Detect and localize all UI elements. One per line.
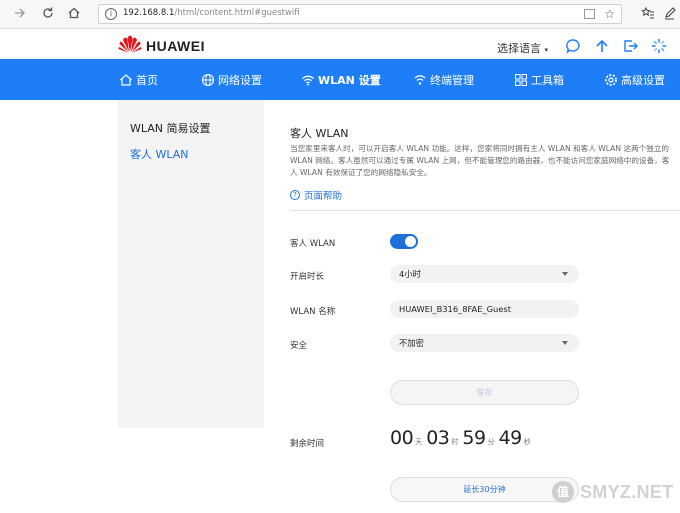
ssid-value: HUAWEI_B316_8FAE_Guest (399, 304, 511, 314)
pen-icon[interactable] (662, 6, 678, 22)
countdown-hours: 03 (426, 427, 450, 449)
nav-item-label: WLAN 设置 (318, 73, 381, 87)
hours-unit: 时 (451, 438, 459, 446)
home-icon (120, 73, 132, 86)
address-bar[interactable]: i 192.168.8.1/html/content.html#guestwif… (98, 4, 622, 24)
seconds-unit: 秒 (523, 438, 531, 446)
page-title: 客人 WLAN (290, 127, 349, 140)
minutes-unit: 分 (487, 438, 495, 446)
nav-item-label: 网络设置 (218, 73, 262, 87)
logout-icon[interactable] (622, 38, 638, 54)
sidebar-item-guest-wlan[interactable]: 客人 WLAN (130, 146, 189, 162)
language-select[interactable]: 选择语言 ▾ (497, 40, 548, 56)
devices-icon (414, 74, 426, 85)
duration-label: 开启时长 (290, 272, 325, 282)
nav-item-label: 工具箱 (531, 73, 564, 87)
sidebar-item-wlan-basic[interactable]: WLAN 简易设置 (130, 120, 211, 136)
divider (290, 210, 680, 211)
nav-item-label: 终端管理 (430, 73, 474, 87)
remaining-time-label: 剩余时间 (290, 439, 325, 449)
language-label: 选择语言 (497, 42, 541, 55)
ssid-input[interactable]: HUAWEI_B316_8FAE_Guest (390, 300, 579, 318)
wifi-icon (302, 75, 314, 86)
watermark-text: SMYZ.NET (580, 481, 674, 502)
countdown: 00 天 03 时 59 分 49 秒 (390, 427, 535, 449)
nav-item-toolbox[interactable]: 工具箱 (514, 59, 564, 100)
help-link-label: 页面帮助 (304, 191, 343, 202)
globe-icon (201, 73, 215, 86)
upload-icon[interactable] (594, 38, 610, 54)
security-value: 不加密 (399, 338, 424, 348)
extend-30min-button[interactable]: 延长30分钟 (390, 477, 579, 502)
security-label: 安全 (290, 341, 308, 351)
url-text: 192.168.8.1/html/content.html#guestwifi (123, 8, 300, 18)
nav-item-wlan[interactable]: WLAN 设置 (301, 59, 381, 100)
caret-down-icon (562, 341, 568, 345)
nav-item-label: 高级设置 (621, 73, 665, 87)
reader-mode-icon[interactable] (584, 9, 595, 19)
nav-item-devices[interactable]: 终端管理 (413, 59, 474, 100)
content-panel: 客人 WLAN 当您家里来客人时，可以开启客人 WLAN 功能。这样，您家将同时… (290, 100, 680, 513)
countdown-days: 00 (390, 427, 414, 449)
brand-name: HUAWEI (146, 38, 205, 54)
caret-down-icon (562, 272, 568, 276)
chat-icon[interactable] (565, 38, 581, 54)
help-link[interactable]: ? 页面帮助 (290, 188, 342, 202)
sidebar: WLAN 简易设置 客人 WLAN (118, 100, 264, 428)
nav-item-advanced[interactable]: 高级设置 (604, 59, 665, 100)
info-icon[interactable]: i (105, 8, 117, 20)
star-icon[interactable]: ☆ (604, 7, 615, 21)
watermark: 值 SMYZ.NET (552, 481, 673, 503)
help-icon: ? (290, 190, 300, 200)
browser-toolbar: i 192.168.8.1/html/content.html#guestwif… (0, 0, 680, 29)
duration-value: 4小时 (399, 269, 421, 279)
nav-item-label: 首页 (136, 73, 158, 87)
security-select[interactable]: 不加密 (390, 334, 579, 352)
loading-icon (651, 38, 667, 54)
toolbox-icon (515, 73, 527, 86)
nav-item-network[interactable]: 网络设置 (201, 59, 262, 100)
toggle-knob (405, 236, 416, 247)
countdown-seconds: 49 (498, 427, 523, 449)
huawei-logo (118, 35, 142, 53)
favorites-icon[interactable] (640, 6, 656, 22)
gear-icon (605, 73, 617, 86)
countdown-minutes: 59 (462, 427, 486, 449)
duration-select[interactable]: 4小时 (390, 265, 579, 283)
main-nav: 首页 网络设置 WLAN 设置 终端管理 工具箱 高级设置 (0, 59, 680, 100)
router-header: HUAWEI 选择语言 ▾ (0, 29, 680, 59)
page-description: 当您家里来客人时，可以开启客人 WLAN 功能。这样，您家将同时拥有主人 WLA… (290, 144, 670, 178)
home-icon[interactable] (66, 6, 82, 22)
ssid-label: WLAN 名称 (290, 307, 336, 317)
save-button[interactable]: 保存 (390, 380, 579, 405)
refresh-icon[interactable] (40, 6, 56, 22)
nav-item-home[interactable]: 首页 (119, 59, 158, 100)
watermark-badge: 值 (552, 481, 574, 503)
guest-wlan-label: 客人 WLAN (290, 239, 336, 249)
forward-arrow-icon[interactable] (12, 6, 28, 22)
caret-down-icon: ▾ (544, 46, 549, 54)
days-unit: 天 (415, 438, 423, 446)
guest-wlan-toggle[interactable] (390, 234, 418, 249)
